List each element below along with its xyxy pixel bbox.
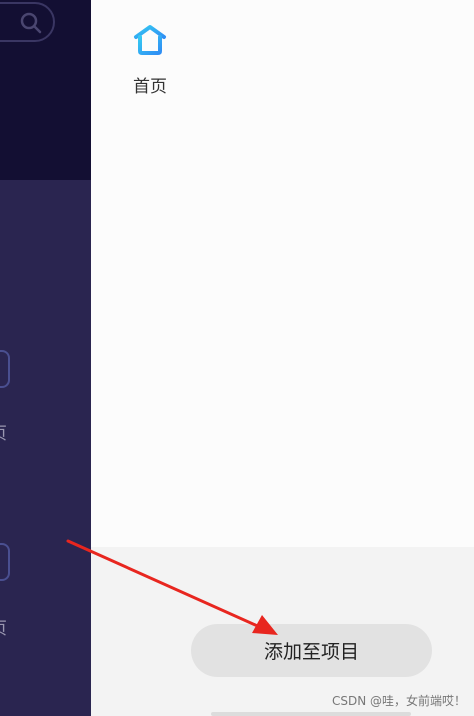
home-label: 首页: [133, 77, 167, 97]
watermark-text: CSDN @哇，女前端哎！: [331, 694, 466, 708]
side-panel: 首页 添加至项目: [91, 0, 474, 716]
home-icon: [134, 25, 166, 55]
dimmed-nav-icon: [0, 543, 10, 581]
dimmed-app-background: 页 页: [0, 0, 91, 716]
panel-content: 首页: [91, 0, 474, 547]
dimmed-header: [0, 0, 91, 180]
search-bar: [0, 2, 55, 42]
dimmed-nav-icon: [0, 350, 10, 388]
dimmed-nav-label: 页: [0, 419, 7, 444]
add-to-project-button[interactable]: 添加至项目: [191, 624, 432, 677]
home-indicator: [211, 712, 411, 716]
search-icon: [20, 12, 42, 34]
dimmed-nav-label: 页: [0, 614, 7, 639]
home-menu-item[interactable]: 首页: [127, 24, 173, 97]
